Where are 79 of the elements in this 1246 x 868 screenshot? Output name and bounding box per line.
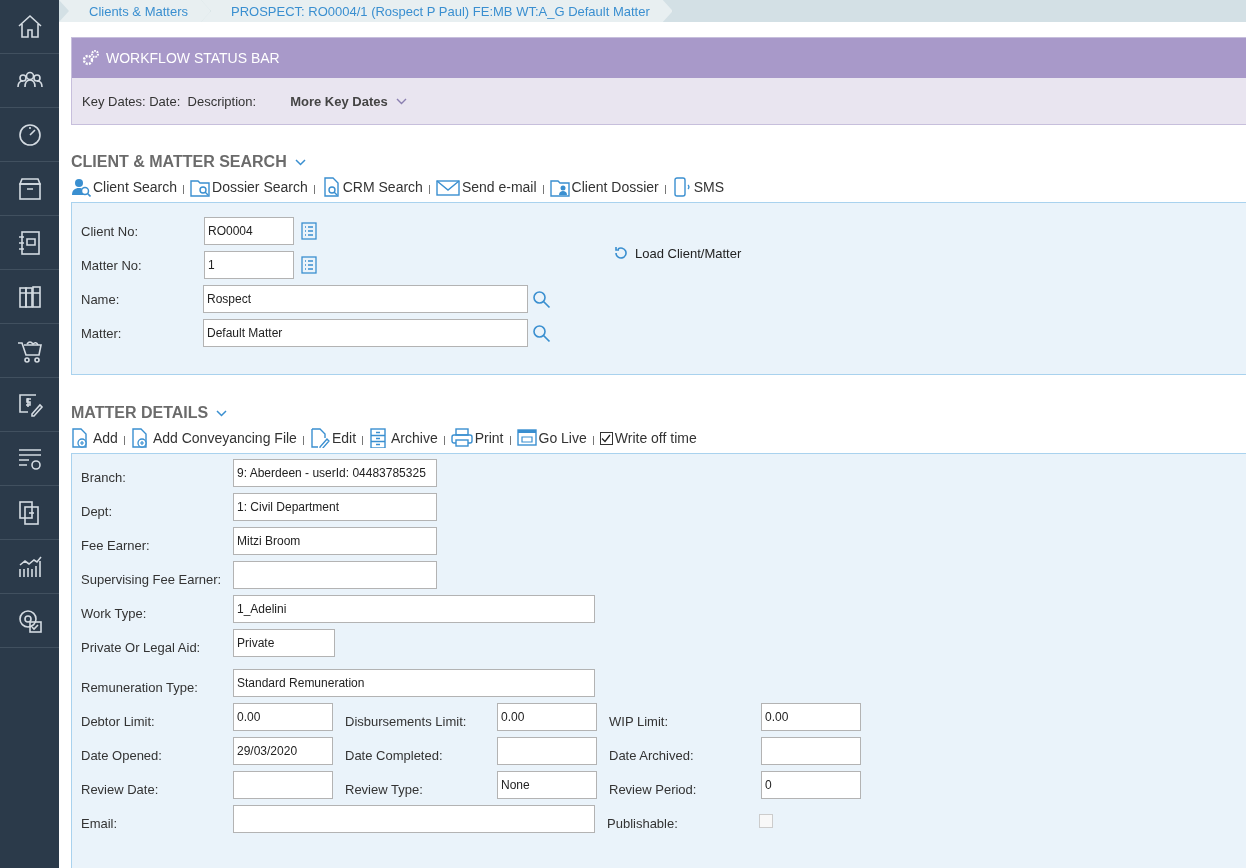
text-field[interactable]: Default Matter bbox=[203, 319, 528, 347]
text-field[interactable]: 0 bbox=[761, 771, 861, 799]
text-field[interactable] bbox=[497, 737, 597, 765]
field-label: Date Completed: bbox=[345, 748, 444, 765]
text-field[interactable]: None bbox=[497, 771, 597, 799]
search-icon[interactable] bbox=[532, 289, 551, 309]
phone-icon bbox=[671, 177, 692, 197]
text-field[interactable] bbox=[761, 737, 861, 765]
text-field[interactable] bbox=[233, 805, 595, 833]
field-label: Date Archived: bbox=[609, 748, 695, 765]
field-label: Dept: bbox=[81, 504, 114, 521]
text-field[interactable] bbox=[233, 771, 333, 799]
toolbar-link[interactable]: CRM Search bbox=[320, 177, 423, 197]
field-label: Email: bbox=[81, 816, 119, 833]
field-label: Debtor Limit: bbox=[81, 714, 156, 731]
checkbox[interactable] bbox=[599, 431, 613, 445]
field-label: Name: bbox=[80, 291, 121, 307]
text-field[interactable] bbox=[233, 561, 437, 589]
text-field[interactable]: 0.00 bbox=[497, 703, 597, 731]
user-search-icon bbox=[71, 177, 91, 197]
text-field[interactable]: RO0004 bbox=[204, 217, 294, 245]
toolbar-link[interactable]: Edit bbox=[309, 428, 357, 448]
toolbar-link[interactable]: Add Conveyancing File bbox=[130, 428, 297, 448]
field-label: Disbursements Limit: bbox=[345, 714, 468, 731]
field-label: Fee Earner: bbox=[81, 538, 151, 555]
envelope-icon bbox=[435, 177, 460, 197]
text-field[interactable]: 1 bbox=[204, 251, 294, 279]
text-field[interactable]: Private bbox=[233, 629, 335, 657]
workflow-title: WORKFLOW STATUS BAR bbox=[106, 50, 280, 66]
section-title: MATTER DETAILS bbox=[71, 404, 209, 422]
text-field[interactable]: Standard Remuneration bbox=[233, 669, 595, 697]
section-title: CLIENT & MATTER SEARCH bbox=[71, 153, 287, 171]
chevron-icon[interactable] bbox=[216, 409, 228, 417]
field-label: Client No: bbox=[80, 223, 140, 239]
toolbar-link[interactable]: Send e-mail bbox=[435, 177, 537, 197]
field-label: Private Or Legal Aid: bbox=[81, 640, 202, 657]
text-field[interactable]: 9: Aberdeen - userId: 04483785325 bbox=[233, 459, 437, 487]
field-label: WIP Limit: bbox=[609, 714, 669, 731]
chevron-icon[interactable] bbox=[294, 158, 306, 166]
field-label: Review Type: bbox=[345, 782, 424, 799]
text-field[interactable]: 0.00 bbox=[761, 703, 861, 731]
field-label: Date Opened: bbox=[81, 748, 163, 765]
folder-search-icon bbox=[190, 177, 211, 197]
toolbar-link[interactable]: Add bbox=[71, 428, 118, 448]
field-label: Supervising Fee Earner: bbox=[81, 572, 223, 589]
field-label: Remuneration Type: bbox=[81, 680, 199, 697]
field-label: Review Date: bbox=[81, 782, 160, 799]
toolbar-link[interactable]: SMS bbox=[671, 177, 725, 197]
toolbar-link[interactable]: Go Live bbox=[516, 428, 587, 448]
field-label: Matter: bbox=[80, 325, 123, 341]
window-icon bbox=[516, 428, 537, 448]
text-field[interactable]: 29/03/2020 bbox=[233, 737, 333, 765]
toolbar-link[interactable]: Client Search bbox=[71, 177, 178, 197]
folder-user-icon bbox=[549, 177, 570, 197]
text-field[interactable]: 0.00 bbox=[233, 703, 333, 731]
toolbar-link[interactable]: Print bbox=[450, 428, 504, 448]
toolbar-link[interactable]: Dossier Search bbox=[190, 177, 308, 197]
text-field[interactable]: Mitzi Broom bbox=[233, 527, 437, 555]
search-icon[interactable] bbox=[532, 323, 551, 343]
chevron-icon bbox=[395, 97, 407, 105]
field-label: Branch: bbox=[81, 470, 127, 487]
text-field[interactable]: 1: Civil Department bbox=[233, 493, 437, 521]
field-label: Publishable: bbox=[607, 816, 679, 833]
toolbar-link[interactable]: Client Dossier bbox=[549, 177, 659, 197]
field-label: Review Period: bbox=[609, 782, 698, 799]
key-dates-label: Key Dates: Date: bbox=[82, 93, 181, 109]
load-client-matter-button[interactable]: Load Client/Matter bbox=[613, 243, 742, 263]
text-field[interactable]: Rospect bbox=[203, 285, 528, 313]
toolbar-link[interactable]: Archive bbox=[369, 428, 438, 448]
text-field[interactable]: 1_Adelini bbox=[233, 595, 595, 623]
field-label: Work Type: bbox=[81, 606, 148, 623]
field-label: Matter No: bbox=[80, 257, 143, 273]
more-key-dates-button[interactable]: More Key Dates bbox=[290, 93, 407, 109]
description-label: Description: bbox=[187, 93, 257, 109]
refresh-icon bbox=[613, 245, 629, 261]
printer-icon bbox=[450, 428, 473, 448]
gears-icon bbox=[82, 50, 100, 66]
toolbar-link[interactable]: Write off time bbox=[599, 430, 697, 446]
document-edit-icon bbox=[309, 428, 330, 448]
